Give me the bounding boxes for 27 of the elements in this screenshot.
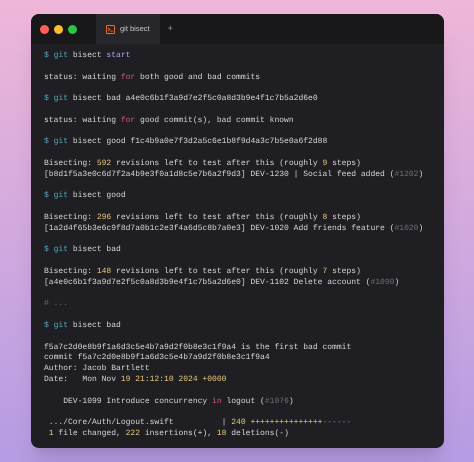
minimize-button[interactable] (54, 24, 63, 34)
close-button[interactable] (40, 24, 49, 34)
terminal-line: $ git bisect good (44, 191, 126, 202)
terminal-line: $ git bisect bad (44, 320, 121, 332)
terminal-line: commit f5a7c2d0e8b9f1a6d3c5e4b7a9d2f0b8e3c1f9a4 (44, 353, 270, 364)
terminal-line: .../Core/Auth/Logout.swift | 240 +++++++++++++++------ (48, 418, 352, 429)
terminal-line: Date: Mon Nov 19 21:12:10 2024 +0000 (44, 374, 226, 386)
terminal-line: 1 file changed, 222 insertions(+), 18 deletions(-) (48, 428, 289, 440)
terminal-line: status: waiting for good commit(s), bad commit known (44, 116, 294, 127)
terminal-line: status: waiting for both good and bad commits (44, 72, 260, 84)
terminal-icon (106, 24, 115, 34)
terminal-line: $ git bisect bad (44, 245, 121, 256)
terminal-line: Bisecting: 148 revisions left to test after this (roughly 7 steps) (44, 266, 361, 278)
terminal-line: Bisecting: 592 revisions left to test after this (roughly 9 steps) (44, 158, 361, 170)
terminal-line: Author: Jacob Bartlett (44, 364, 150, 375)
terminal-line: DEV-1099 Introduce concurrency in logout (#1076) (62, 396, 294, 408)
terminal-line: # ... (44, 299, 68, 310)
terminal-line: [1a2d4f65b3e6c9f8d7a0b1c2e3f4a6d5c8b7a0e3] DEV-1020 Add friends feature (#1020) (44, 224, 424, 235)
terminal-line: $ git bisect start (44, 51, 130, 62)
terminal-line: $ git bisect good f1c4b9a0e7f3d2a5c6e1b8f9d4a3c7b5e0a6f2d88 (44, 137, 328, 148)
terminal-line: [b8d1f5a3e0c6d7f2a4b9e3f0a1d8c5e7b6a2f9d3] DEV-1230 | Social feed added (#1202) (44, 170, 424, 181)
new-tab-button[interactable]: + (168, 22, 173, 36)
zoom-button[interactable] (68, 24, 77, 34)
terminal-line: f5a7c2d0e8b9f1a6d3c5e4b7a9d2f0b8e3c1f9a4 is the first bad commit (44, 342, 352, 353)
terminal-line: [a4e0c6b1f3a9d7e2f5c0a8d3b9e4f1c7b5a2d6e0] DEV-1102 Delete account (#1090) (44, 278, 400, 289)
terminal-line: Bisecting: 296 revisions left to test after this (roughly 8 steps) (44, 212, 361, 224)
terminal-line: $ git bisect bad a4e0c6b1f3a9d7e2f5c0a8d3b9e4f1c7b5a2d6e0 (44, 94, 318, 105)
